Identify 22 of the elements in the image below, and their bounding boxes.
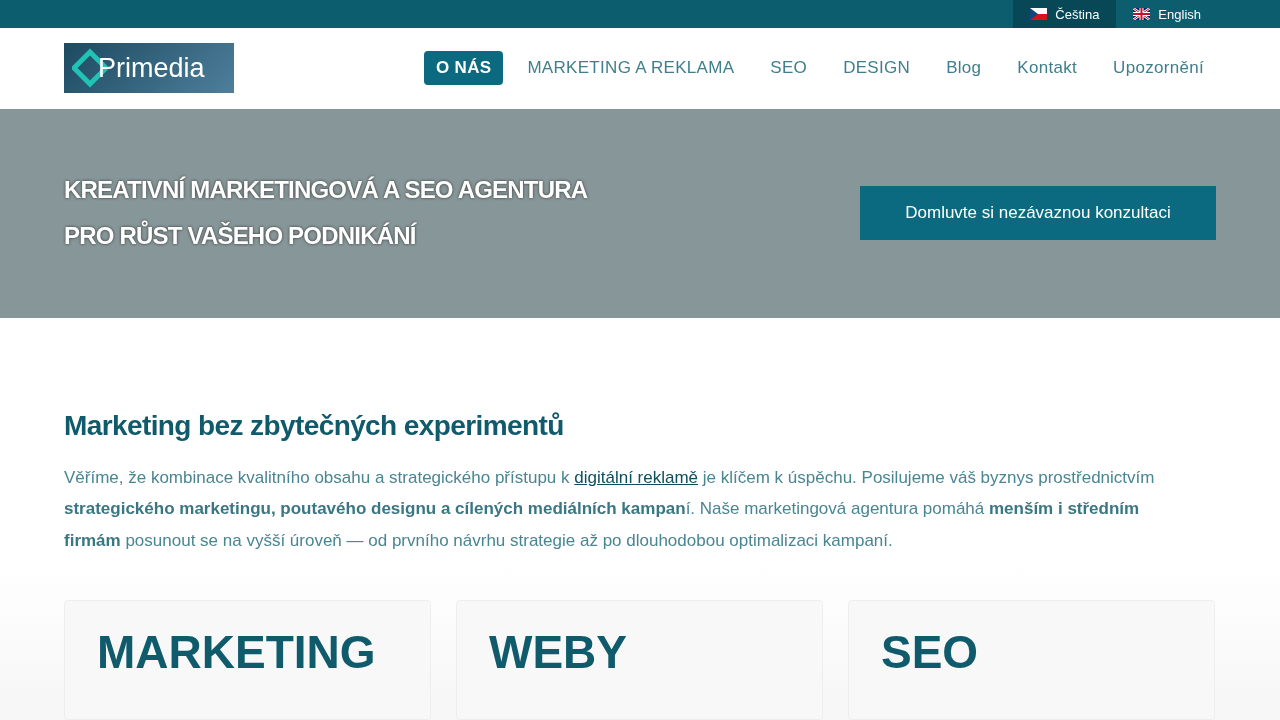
nav-link[interactable]: O NÁS <box>424 51 504 86</box>
logo[interactable]: Primedia <box>64 43 234 94</box>
nav-link[interactable]: SEO <box>758 51 820 86</box>
text-link[interactable]: digitální reklamě <box>574 467 699 487</box>
card-title: MARKETING <box>97 625 377 679</box>
consultation-button[interactable]: Domluvte si nezávaznou konzultaci <box>860 186 1216 240</box>
flag-icon <box>1133 8 1151 21</box>
logo-text: Primedia <box>98 52 205 84</box>
card-title: SEO <box>881 625 980 679</box>
nav-link[interactable]: MARKETING A REKLAMA <box>515 51 747 86</box>
intro-paragraph: Věříme, že kombinace kvalitního obsahu a strategického přístupu k digitální reklamě je klíčem k úspěchu. Posilujeme váš byznys prostřednictvím strategického marketingu, poutavého designu a cílených mediálních kampaní. Naše marketingová agentura pomáhá menším i středním firmám posunout se na vyšší úroveň — od prvního návrhu strategie až po dlouhodobou optimalizaci kampaní. <box>64 466 1156 552</box>
nav-link[interactable]: Kontakt <box>1005 51 1090 86</box>
nav-link[interactable]: Upozornění <box>1101 51 1216 86</box>
language-link[interactable]: English <box>1116 0 1218 29</box>
card-title: WEBY <box>489 625 628 679</box>
nav-link[interactable]: DESIGN <box>831 51 923 86</box>
section-heading: Marketing bez zbytečných experimentů <box>64 409 565 442</box>
hero-heading: KREATIVNÍ MARKETINGOVÁ A SEO AGENTURA <box>64 176 588 204</box>
language-link[interactable]: Čeština <box>1013 0 1117 29</box>
nav-link[interactable]: Blog <box>934 51 994 86</box>
hero-heading: PRO RŮST VAŠEHO PODNIKÁNÍ <box>64 222 418 250</box>
flag-icon <box>1030 8 1048 21</box>
